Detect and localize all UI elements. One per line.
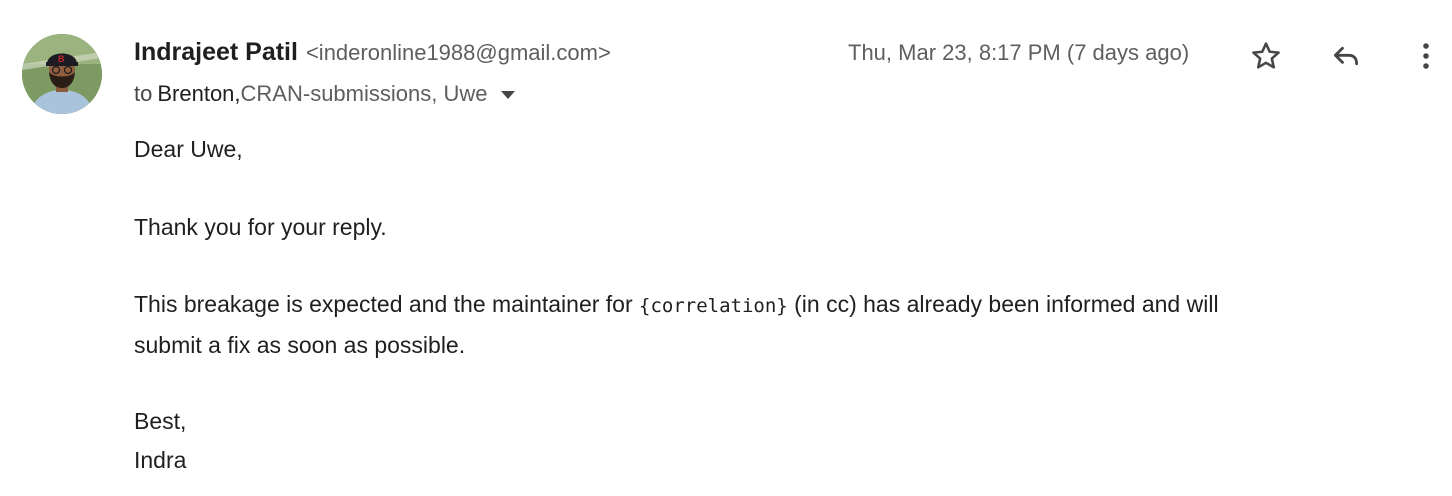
- message-thanks: Thank you for your reply.: [134, 214, 387, 240]
- chevron-down-icon[interactable]: [501, 91, 516, 99]
- sender-email[interactable]: <inderonline1988@gmail.com>: [306, 40, 611, 66]
- paragraph-text-after: (in cc) has already been informed and wi…: [787, 291, 1219, 317]
- to-label: to: [134, 81, 153, 106]
- recipients-line: to Brenton, CRAN-submissions, Uwe: [134, 80, 516, 108]
- more-options-button[interactable]: [1406, 36, 1446, 76]
- inline-code: {correlation}: [639, 295, 788, 317]
- reply-icon: [1333, 46, 1359, 66]
- recipient-list-first: Brenton,: [157, 81, 241, 106]
- star-icon: [1252, 42, 1280, 69]
- reply-button[interactable]: [1326, 36, 1366, 76]
- star-button[interactable]: [1246, 36, 1286, 76]
- message-signoff: Best,: [134, 408, 187, 434]
- message-paragraph-line1: This breakage is expected and the mainta…: [134, 285, 1219, 326]
- message-paragraph-line2: submit a fix as soon as possible.: [134, 332, 466, 358]
- message-signature: Indra: [134, 447, 187, 473]
- avatar[interactable]: B: [22, 34, 102, 114]
- sender-name[interactable]: Indrajeet Patil: [134, 38, 298, 67]
- message-signoff-block: Best, Indra: [134, 402, 186, 480]
- avatar-photo: B: [22, 34, 102, 114]
- svg-text:B: B: [58, 54, 65, 64]
- message-timestamp: Thu, Mar 23, 8:17 PM (7 days ago): [848, 40, 1190, 65]
- message-paragraph: This breakage is expected and the mainta…: [134, 285, 1219, 365]
- message-greeting: Dear Uwe,: [134, 136, 243, 162]
- recipient-list-rest: CRAN-submissions, Uwe: [240, 81, 488, 106]
- more-vertical-icon: [1423, 43, 1429, 69]
- sender-line: Indrajeet Patil <inderonline1988@gmail.c…: [134, 38, 611, 70]
- paragraph-text-before: This breakage is expected and the mainta…: [134, 291, 640, 317]
